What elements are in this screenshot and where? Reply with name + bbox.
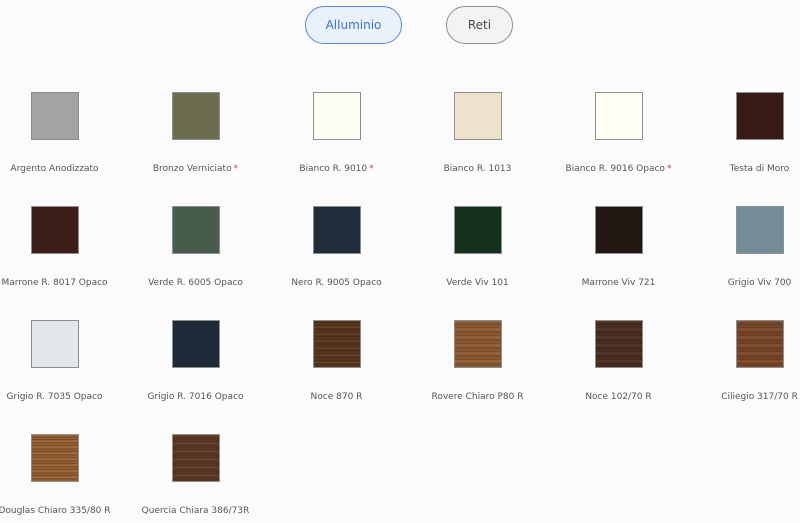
color-label: Noce 870 R [311, 392, 363, 402]
color-name: Grigio R. 7035 Opaco [6, 392, 103, 402]
color-option[interactable]: Bianco R. 9010 * [266, 92, 407, 206]
material-tabs: Alluminio Reti [0, 6, 800, 46]
color-name: Argento Anodizzato [10, 164, 99, 174]
color-swatch[interactable] [30, 206, 79, 254]
page: Alluminio Reti Argento Anodizzato Bronzo … [0, 0, 800, 523]
color-name: Douglas Chiaro 335/80 R [0, 506, 111, 516]
color-option[interactable]: Quercia Chiara 386/73R [125, 434, 266, 523]
color-label: Bianco R. 1013 [444, 164, 512, 174]
color-name: Marrone R. 8017 Opaco [1, 278, 108, 288]
color-option[interactable]: Bianco R. 9016 Opaco * [548, 92, 689, 206]
color-swatch[interactable] [453, 320, 502, 368]
color-swatch[interactable] [171, 92, 220, 140]
color-name: Quercia Chiara 386/73R [141, 506, 250, 516]
color-option[interactable]: Grigio R. 7035 Opaco [0, 320, 125, 434]
color-option[interactable]: Verde R. 6005 Opaco [125, 206, 266, 320]
color-swatch[interactable] [312, 206, 361, 254]
color-swatch[interactable] [735, 92, 784, 140]
color-label: Marrone Viv 721 [582, 278, 656, 288]
color-swatch[interactable] [735, 320, 784, 368]
color-name: Marrone Viv 721 [581, 278, 656, 288]
color-label: Grigio R. 7035 Opaco [7, 392, 103, 402]
color-swatch[interactable] [453, 92, 502, 140]
color-swatch[interactable] [30, 92, 79, 140]
color-label: Grigio Viv 700 [728, 278, 792, 288]
color-label: Verde R. 6005 Opaco [148, 278, 243, 288]
color-label: Verde Viv 101 [446, 278, 508, 288]
color-option[interactable]: Testa di Moro [689, 92, 800, 206]
color-label: Noce 102/70 R [585, 392, 651, 402]
color-swatch[interactable] [453, 206, 502, 254]
color-name: Bianco R. 9016 Opaco [565, 164, 665, 174]
color-swatch[interactable] [735, 206, 784, 254]
color-option[interactable]: Nero R. 9005 Opaco [266, 206, 407, 320]
color-swatch[interactable] [312, 320, 361, 368]
color-option[interactable]: Bianco R. 1013 [407, 92, 548, 206]
color-name: Noce 870 R [310, 392, 363, 402]
color-swatch[interactable] [171, 206, 220, 254]
required-asterisk-icon: * [233, 164, 239, 174]
color-label: Bianco R. 9016 Opaco * [566, 164, 672, 174]
color-option[interactable]: Noce 102/70 R [548, 320, 689, 434]
color-label: Bronzo Verniciato * [153, 164, 238, 174]
color-option[interactable]: Rovere Chiaro P80 R [407, 320, 548, 434]
color-option[interactable]: Noce 870 R [266, 320, 407, 434]
color-label: Ciliegio 317/70 R [721, 392, 798, 402]
color-grid: Argento Anodizzato Bronzo Verniciato * Bian… [0, 92, 798, 523]
color-name: Nero R. 9005 Opaco [291, 278, 382, 288]
color-option[interactable]: Bronzo Verniciato * [125, 92, 266, 206]
color-label: Rovere Chiaro P80 R [432, 392, 524, 402]
color-name: Bronzo Verniciato [152, 164, 232, 174]
required-asterisk-icon: * [369, 164, 374, 174]
color-name: Verde Viv 101 [446, 278, 509, 288]
tab-reti[interactable]: Reti [446, 6, 513, 44]
color-option[interactable]: Marrone R. 8017 Opaco [0, 206, 125, 320]
color-label: Douglas Chiaro 335/80 R [0, 506, 111, 516]
color-label: Marrone R. 8017 Opaco [1, 278, 107, 288]
color-label: Bianco R. 9010 * [299, 164, 373, 174]
color-name: Bianco R. 1013 [443, 164, 512, 174]
color-swatch[interactable] [312, 92, 361, 140]
color-swatch[interactable] [594, 206, 643, 254]
color-swatch[interactable] [594, 320, 643, 368]
color-name: Grigio R. 7016 Opaco [147, 392, 244, 402]
color-label: Nero R. 9005 Opaco [291, 278, 381, 288]
color-name: Testa di Moro [729, 164, 790, 174]
color-option[interactable]: Verde Viv 101 [407, 206, 548, 320]
color-swatch[interactable] [30, 320, 79, 368]
color-swatch[interactable] [30, 434, 79, 482]
color-name: Ciliegio 317/70 R [721, 392, 798, 402]
color-label: Grigio R. 7016 Opaco [148, 392, 244, 402]
color-option[interactable]: Argento Anodizzato [0, 92, 125, 206]
color-option[interactable]: Ciliegio 317/70 R [689, 320, 800, 434]
color-name: Noce 102/70 R [585, 392, 652, 402]
color-option[interactable]: Grigio R. 7016 Opaco [125, 320, 266, 434]
color-option[interactable]: Grigio Viv 700 [689, 206, 800, 320]
color-name: Bianco R. 9010 [299, 164, 368, 174]
color-name: Grigio Viv 700 [727, 278, 792, 288]
color-label: Argento Anodizzato [10, 164, 98, 174]
color-label: Quercia Chiara 386/73R [142, 506, 250, 516]
color-swatch[interactable] [594, 92, 643, 140]
color-name: Rovere Chiaro P80 R [431, 392, 524, 402]
color-label: Testa di Moro [730, 164, 789, 174]
color-option[interactable]: Marrone Viv 721 [548, 206, 689, 320]
color-swatch[interactable] [171, 320, 220, 368]
color-name: Verde R. 6005 Opaco [148, 278, 243, 288]
tab-alluminio[interactable]: Alluminio [305, 6, 402, 44]
color-option[interactable]: Douglas Chiaro 335/80 R [0, 434, 125, 523]
required-asterisk-icon: * [666, 164, 672, 174]
color-swatch[interactable] [171, 434, 220, 482]
